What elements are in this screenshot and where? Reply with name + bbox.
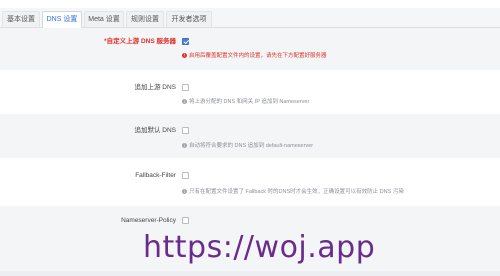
setting-row-append-upstream-dns: 追加上游 DNS i 将上游分配的 DNS 和网关 IP 追加到 Nameserv…	[0, 70, 500, 114]
tab-meta-settings[interactable]: Meta 设置	[84, 11, 124, 27]
setting-hint: i 将上游分配的 DNS 和网关 IP 追加到 Nameserver	[182, 98, 309, 106]
setting-hint: ! 启用后覆盖配置文件内的设置，请先在下方配置好服务器	[182, 52, 327, 60]
custom-upstream-dns-checkbox[interactable]	[182, 38, 189, 45]
setting-hint-text: 启用后覆盖配置文件内的设置，请先在下方配置好服务器	[189, 53, 327, 59]
setting-row-fallback-filter: Fallback-Filter i 只有在配置文件设置了 Fallback 时的D…	[0, 158, 500, 206]
setting-label: Fallback-Filter	[135, 172, 176, 179]
setting-hint-text: 将上游分配的 DNS 和网关 IP 追加到 Nameserver	[189, 99, 310, 105]
setting-hint-text: 自动将符合要求的 DNS 追加到 default-nameserver	[189, 143, 314, 149]
info-icon: !	[182, 53, 187, 59]
fallback-filter-checkbox[interactable]	[182, 172, 189, 179]
setting-row-custom-upstream-dns: *自定义上游 DNS 服务器 ! 启用后覆盖配置文件内的设置，请先在下方配置好服务…	[0, 28, 500, 70]
info-icon: i	[182, 99, 187, 105]
append-upstream-dns-checkbox[interactable]	[182, 84, 189, 91]
tab-rule-settings[interactable]: 规则设置	[126, 11, 164, 27]
append-default-dns-checkbox[interactable]	[182, 127, 189, 134]
watermark: https://woj.app	[143, 230, 376, 265]
setting-hint-text: 只有在配置文件设置了 Fallback 时的DNS时才会生效，正确设置可以有效防…	[189, 189, 404, 195]
tab-developer-options[interactable]: 开发者选项	[166, 11, 212, 27]
tab-bar: 基本设置 DNS 设置 Meta 设置 规则设置 开发者选项	[0, 8, 500, 28]
setting-hint: i 只有在配置文件设置了 Fallback 时的DNS时才会生效，正确设置可以有效…	[182, 188, 404, 196]
setting-hint: i 自动将符合要求的 DNS 追加到 default-nameserver	[182, 142, 313, 150]
info-icon: i	[182, 143, 187, 149]
setting-label: 追加上游 DNS	[134, 84, 176, 91]
setting-label: 追加默认 DNS	[134, 127, 176, 134]
setting-label: Nameserver-Policy	[121, 217, 176, 224]
nameserver-policy-checkbox[interactable]	[182, 217, 189, 224]
tab-dns-settings[interactable]: DNS 设置	[42, 11, 82, 28]
setting-label: *自定义上游 DNS 服务器	[104, 38, 176, 45]
setting-row-append-default-dns: 追加默认 DNS i 自动将符合要求的 DNS 追加到 default-names…	[0, 114, 500, 158]
info-icon: i	[182, 189, 187, 195]
footer-divider	[0, 271, 500, 276]
tab-basic-settings[interactable]: 基本设置	[2, 11, 40, 27]
